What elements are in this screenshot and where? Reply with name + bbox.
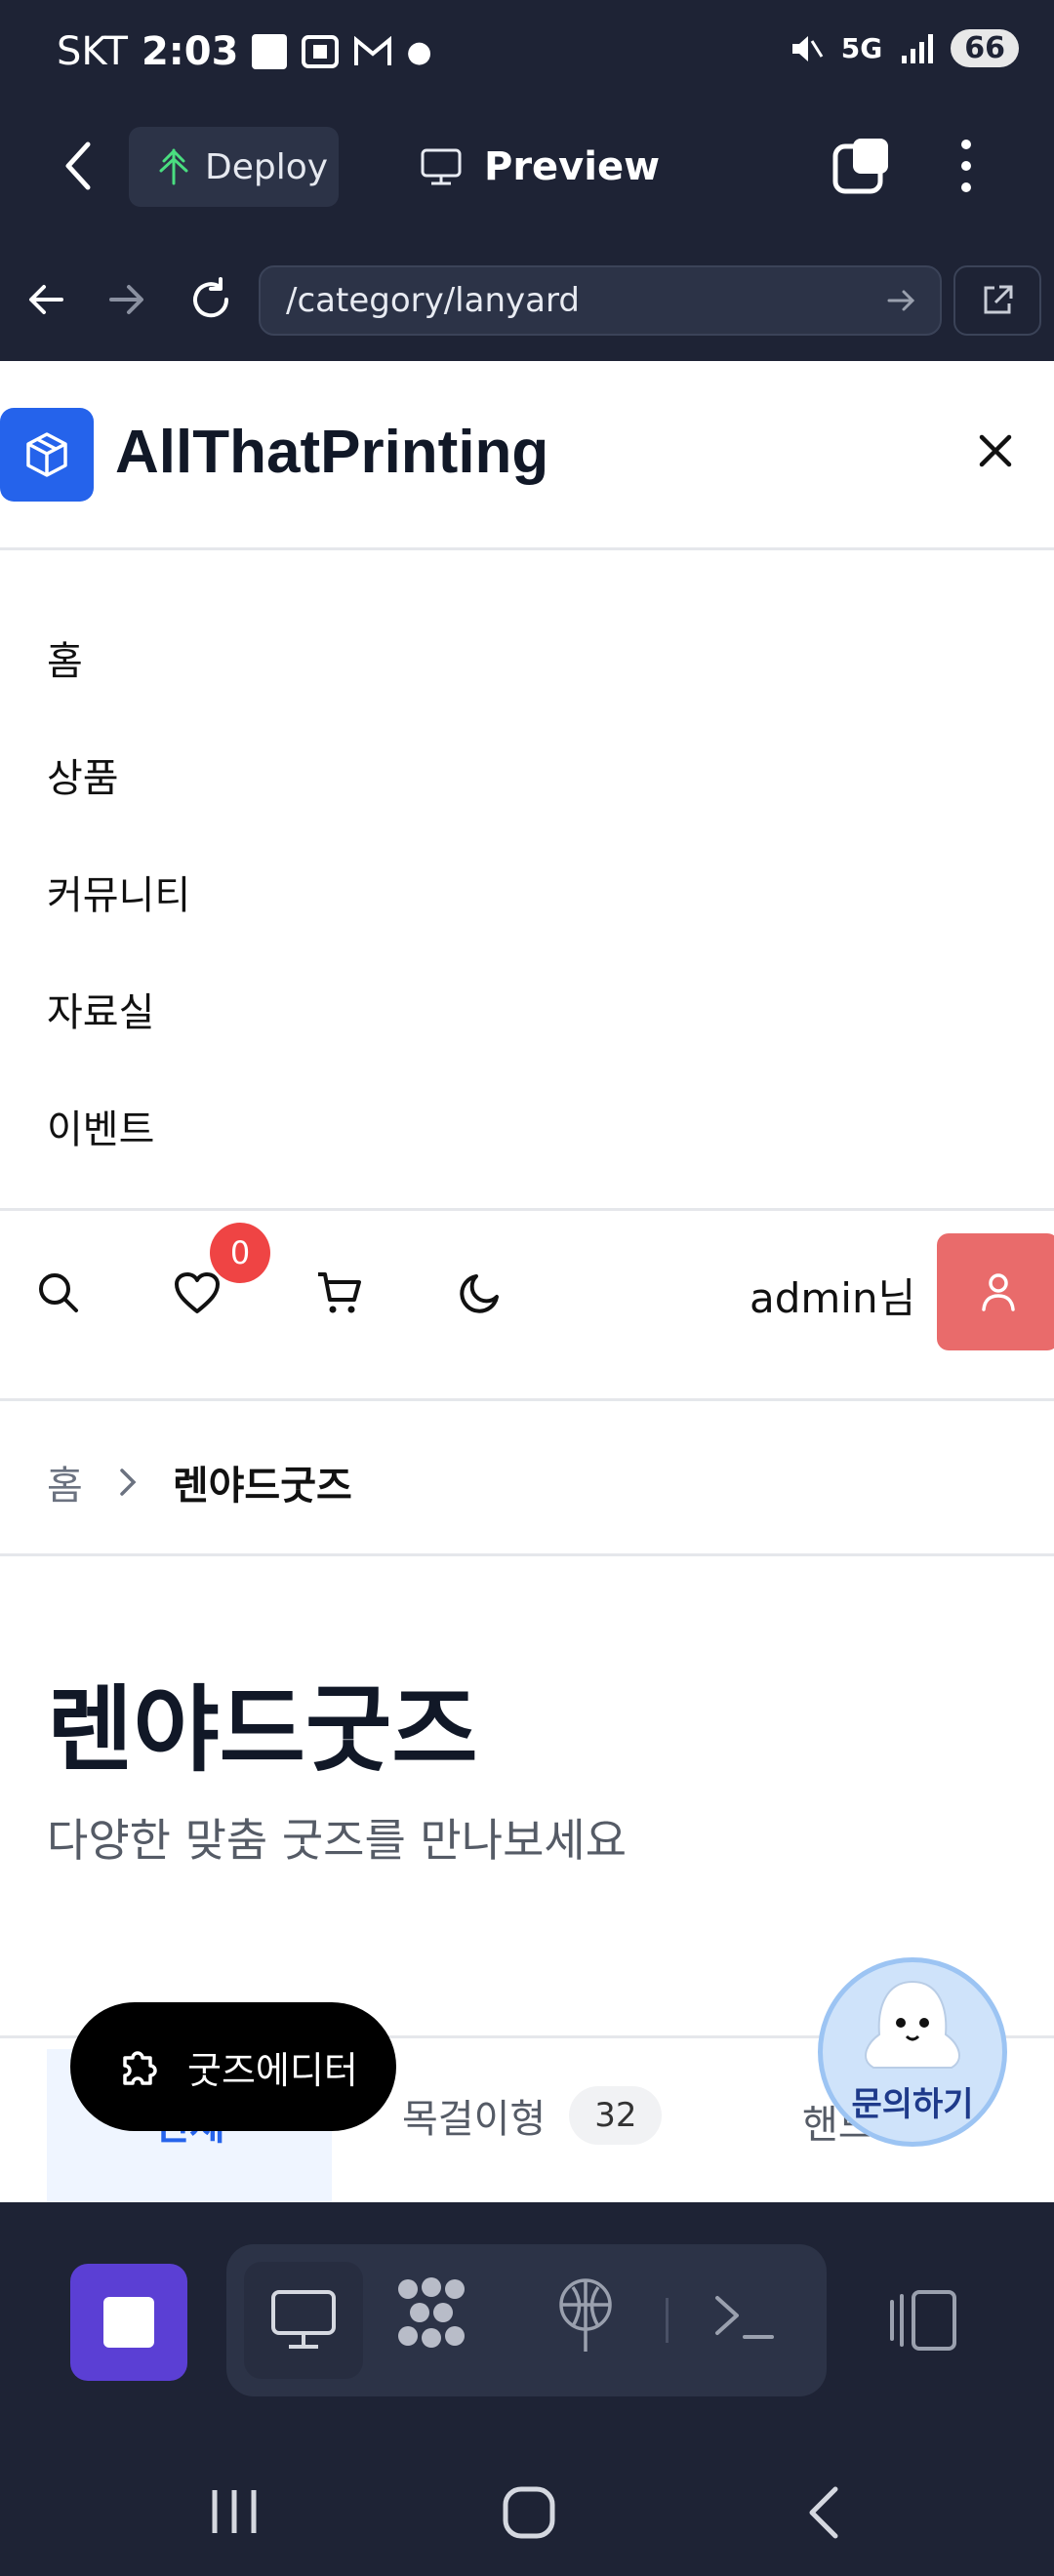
moon-icon bbox=[460, 1274, 499, 1313]
home-button[interactable] bbox=[500, 2483, 558, 2546]
web-page: AllThatPrinting 홈 상품 커뮤니티 자료실 이벤트 0 admi… bbox=[0, 361, 1054, 2202]
brand-name[interactable]: AllThatPrinting bbox=[115, 418, 548, 487]
more-vertical-icon bbox=[961, 140, 971, 192]
stop-icon bbox=[103, 2297, 154, 2348]
chevron-left-icon bbox=[65, 141, 91, 190]
preview-tab[interactable]: Preview bbox=[420, 132, 660, 202]
external-link-icon bbox=[984, 285, 1013, 314]
cart-icon bbox=[318, 1272, 361, 1313]
close-menu-button[interactable] bbox=[974, 429, 1017, 476]
divider bbox=[0, 547, 1054, 550]
divider bbox=[0, 1208, 1054, 1211]
box-icon bbox=[26, 432, 67, 477]
dot-icon: ● bbox=[406, 34, 432, 69]
system-back-button[interactable] bbox=[802, 2483, 845, 2546]
menu-item-home[interactable]: 홈 bbox=[47, 629, 83, 686]
heart-icon bbox=[175, 1272, 220, 1313]
arrow-right-icon bbox=[109, 285, 143, 314]
breadcrumb: 홈 렌야드굿즈 bbox=[47, 1454, 352, 1510]
deploy-view-button[interactable] bbox=[553, 2275, 618, 2357]
mute-icon bbox=[791, 35, 824, 61]
agent-view-button[interactable] bbox=[392, 2274, 470, 2355]
preview-view-button[interactable] bbox=[244, 2262, 363, 2379]
gmail-icon bbox=[354, 36, 392, 65]
back-icon bbox=[809, 2486, 838, 2539]
status-bar: SKT 2:03 ● 5G 66 bbox=[0, 0, 1054, 112]
tabs-button[interactable] bbox=[831, 135, 892, 199]
tabs-icon bbox=[832, 139, 888, 194]
url-input[interactable]: /category/lanyard bbox=[259, 265, 942, 336]
user-icon bbox=[981, 1273, 1015, 1311]
recents-icon bbox=[212, 2490, 257, 2533]
tab-necklace-count: 32 bbox=[569, 2086, 663, 2145]
arrow-left-icon bbox=[29, 285, 63, 314]
dots-grid-icon bbox=[398, 2277, 465, 2348]
signal-icon bbox=[902, 33, 934, 63]
browser-forward-button[interactable] bbox=[105, 278, 148, 325]
cart-button[interactable] bbox=[310, 1264, 369, 1322]
sidebar-layout-icon bbox=[890, 2290, 956, 2351]
reload-button[interactable] bbox=[187, 276, 234, 327]
menu-item-community[interactable]: 커뮤니티 bbox=[47, 864, 190, 920]
monitor-icon bbox=[271, 2290, 336, 2349]
battery-indicator: 66 bbox=[951, 29, 1019, 67]
goods-editor-label: 굿즈에디터 bbox=[187, 2048, 358, 2092]
divider bbox=[0, 1553, 1054, 1556]
menu-item-downloads[interactable]: 자료실 bbox=[47, 981, 154, 1037]
tab-necklace-label: 목걸이형 bbox=[402, 2097, 547, 2142]
search-button[interactable] bbox=[29, 1264, 88, 1322]
theme-toggle-button[interactable] bbox=[451, 1264, 509, 1322]
page-subtitle: 다양한 맞춤 굿즈를 만나보세요 bbox=[47, 1814, 628, 1867]
more-menu-button[interactable] bbox=[952, 137, 981, 199]
user-menu-button[interactable] bbox=[937, 1233, 1054, 1350]
menu-item-events[interactable]: 이벤트 bbox=[47, 1098, 154, 1154]
globe-pin-icon bbox=[559, 2278, 612, 2352]
wishlist-count-badge: 0 bbox=[210, 1223, 270, 1283]
menu-item-products[interactable]: 상품 bbox=[47, 746, 119, 803]
goods-editor-button[interactable]: 굿즈에디터 bbox=[70, 2002, 396, 2131]
page-title: 렌야드굿즈 bbox=[47, 1675, 478, 1785]
preview-label: Preview bbox=[484, 144, 661, 189]
close-icon bbox=[979, 434, 1012, 467]
console-view-button[interactable] bbox=[709, 2288, 778, 2351]
inquiry-button[interactable]: 문의하기 bbox=[818, 1957, 1007, 2147]
breadcrumb-home[interactable]: 홈 bbox=[47, 1454, 83, 1510]
stop-button[interactable] bbox=[70, 2264, 187, 2381]
chevron-right-icon bbox=[120, 1469, 137, 1496]
deploy-button[interactable]: Deploy bbox=[129, 127, 339, 207]
divider bbox=[0, 1398, 1054, 1401]
breadcrumb-current: 렌야드굿즈 bbox=[172, 1464, 352, 1509]
url-text: /category/lanyard bbox=[286, 281, 580, 320]
view-switcher bbox=[226, 2244, 827, 2396]
terminal-icon bbox=[715, 2296, 774, 2339]
home-icon bbox=[503, 2486, 555, 2539]
brand-logo[interactable] bbox=[0, 408, 94, 502]
user-greeting: admin님 bbox=[750, 1274, 916, 1322]
deploy-icon bbox=[159, 148, 188, 185]
network-type: 5G bbox=[840, 32, 883, 64]
screenshot-icon bbox=[302, 35, 340, 68]
go-arrow-icon[interactable] bbox=[885, 286, 918, 315]
notification-icon bbox=[252, 34, 288, 69]
open-external-button[interactable] bbox=[953, 265, 1041, 336]
browser-back-button[interactable] bbox=[24, 278, 67, 325]
monitor-icon bbox=[421, 148, 462, 185]
carrier: SKT bbox=[57, 29, 128, 74]
tab-necklace[interactable]: 목걸이형 32 bbox=[402, 2086, 663, 2145]
seg-divider bbox=[666, 2298, 669, 2343]
deploy-label: Deploy bbox=[205, 146, 329, 187]
inquiry-label: 문의하기 bbox=[851, 2085, 974, 2124]
puzzle-icon bbox=[123, 2051, 157, 2085]
search-icon bbox=[39, 1273, 78, 1312]
layout-toggle-button[interactable] bbox=[886, 2288, 960, 2356]
clock: 2:03 bbox=[141, 29, 239, 74]
recents-button[interactable] bbox=[205, 2486, 264, 2541]
reload-icon bbox=[193, 277, 229, 318]
back-button[interactable] bbox=[59, 137, 98, 199]
